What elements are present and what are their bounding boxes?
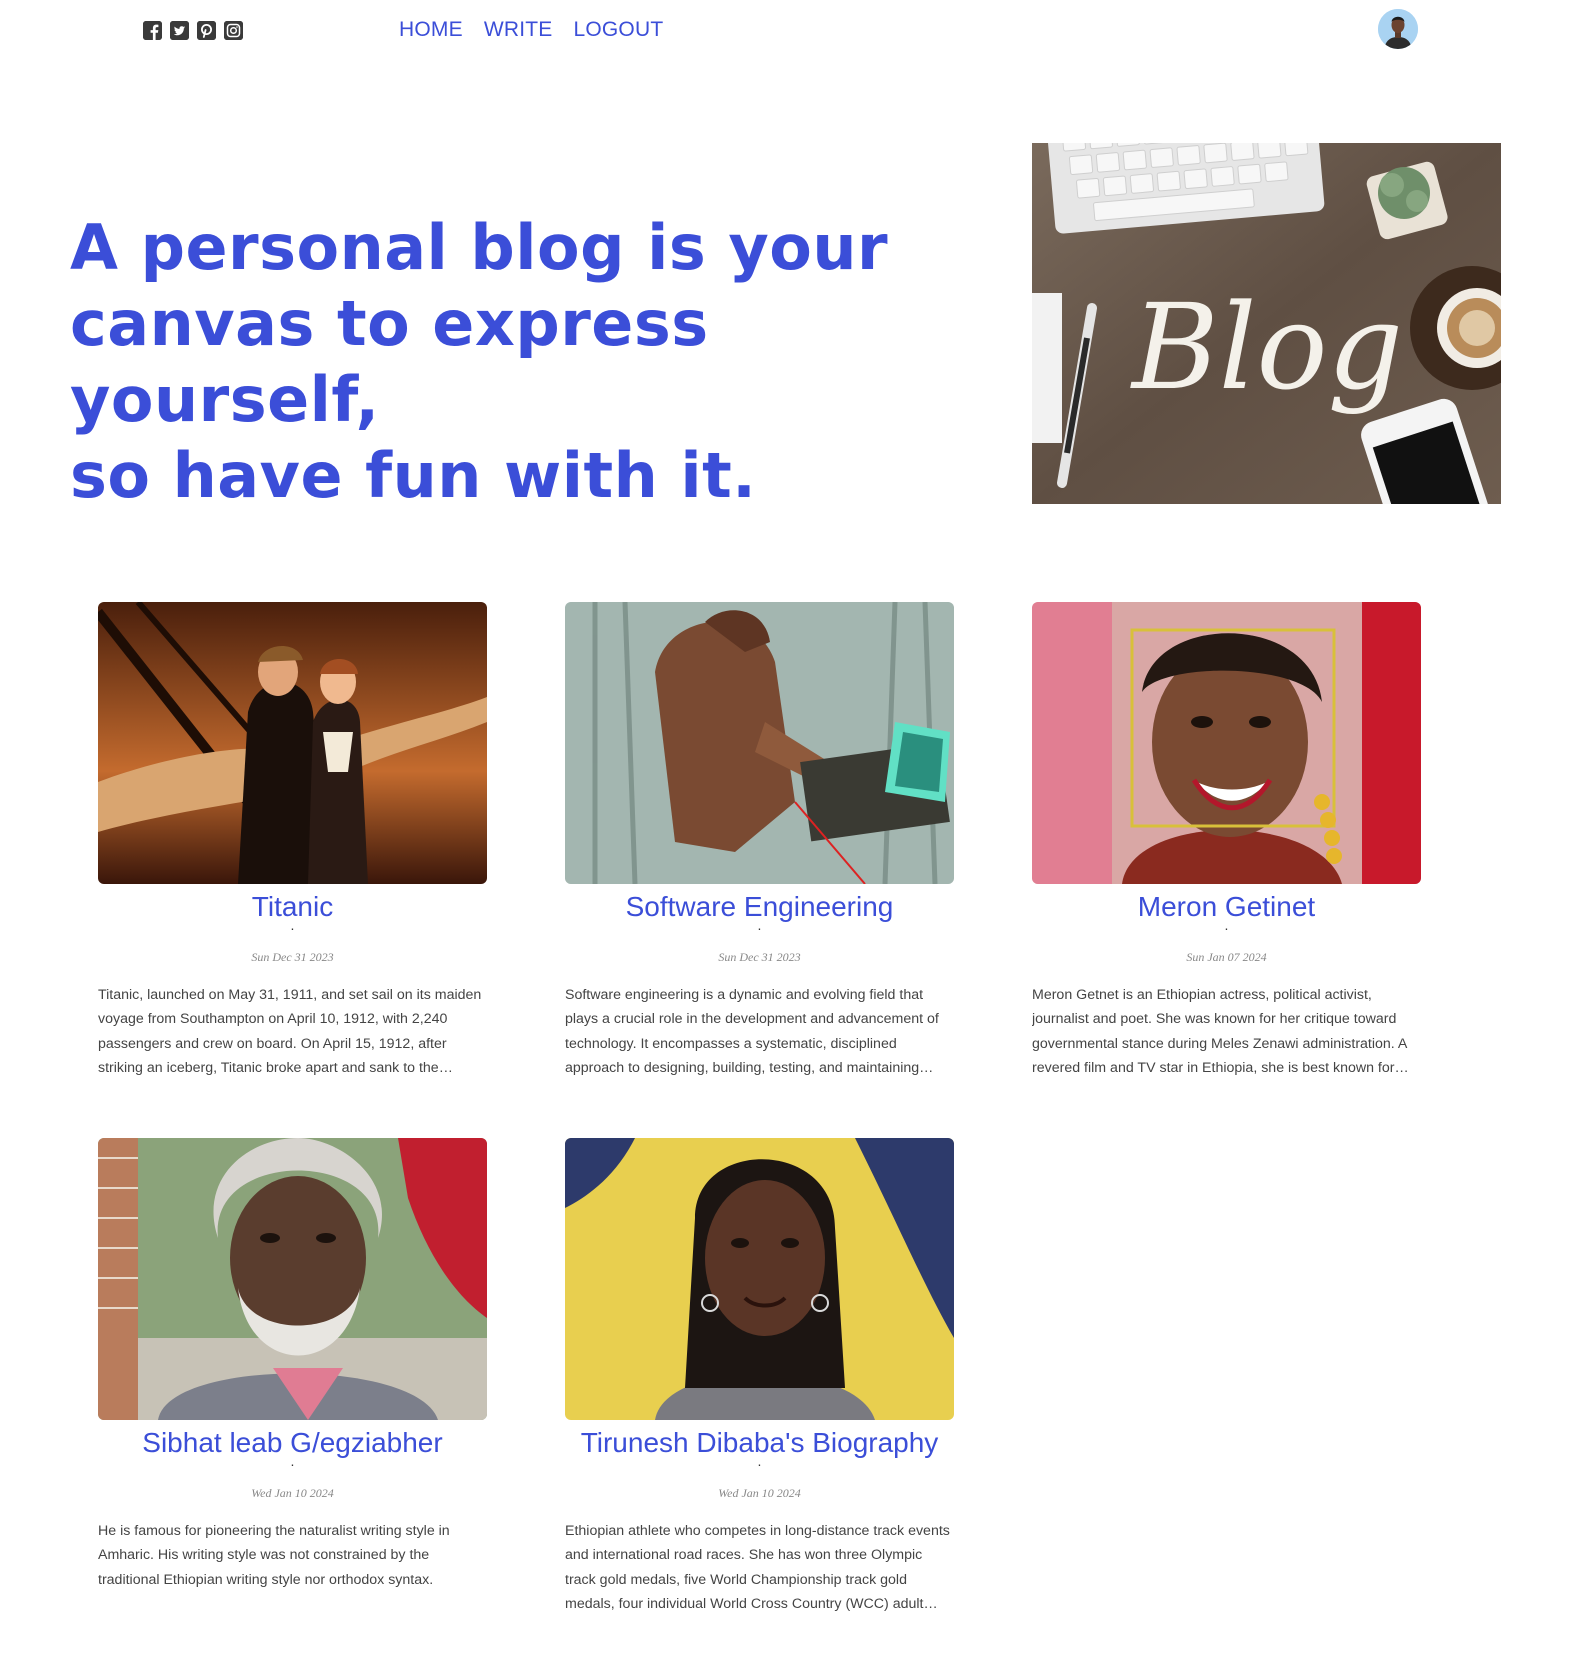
post-separator: · [757,920,762,936]
post-excerpt: Software engineering is a dynamic and ev… [565,987,939,1077]
post-thumbnail[interactable] [1032,602,1421,884]
post-date: Sun Dec 31 2023 [251,950,334,964]
post-excerpt: He is famous for pioneering the naturali… [98,1523,450,1588]
post-card: Sibhat leab G/egziabher · Wed Jan 10 202… [98,1138,487,1617]
post-title[interactable]: Sibhat leab G/egziabher [98,1426,487,1460]
main-nav: HOME WRITE LOGOUT [399,18,663,42]
post-separator: · [757,1456,762,1472]
facebook-icon[interactable] [143,21,162,40]
post-excerpt: Meron Getnet is an Ethiopian actress, po… [1032,987,1409,1077]
post-title[interactable]: Software Engineering [565,890,954,924]
profile-avatar[interactable] [1378,9,1418,49]
nav-logout-link[interactable]: LOGOUT [573,18,663,42]
post-card: Tirunesh Dibaba's Biography · Wed Jan 10… [565,1138,954,1617]
nav-home-link[interactable]: HOME [399,18,463,42]
post-thumbnail[interactable] [565,602,954,884]
hero-line-2: canvas to express yourself, [70,287,709,436]
post-date: Wed Jan 10 2024 [718,1486,801,1500]
post-card: Titanic · Sun Dec 31 2023 Titanic, launc… [98,602,487,1081]
post-thumbnail[interactable] [565,1138,954,1420]
post-title[interactable]: Meron Getinet [1032,890,1421,924]
post-title[interactable]: Titanic [98,890,487,924]
hero-image-text: Blog [1130,278,1403,416]
post-card: Meron Getinet · Sun Jan 07 2024 Meron Ge… [1032,602,1421,1081]
post-excerpt: Ethiopian athlete who competes in long-d… [565,1523,950,1613]
hero-line-1: A personal blog is your [70,211,889,284]
pinterest-icon[interactable] [197,21,216,40]
top-bar: HOME WRITE LOGOUT [0,0,1583,60]
twitter-icon[interactable] [170,21,189,40]
post-date: Sun Dec 31 2023 [718,950,801,964]
hero-image: Blog [1032,143,1501,504]
post-separator: · [1224,920,1229,936]
post-title[interactable]: Tirunesh Dibaba's Biography [565,1426,954,1460]
post-separator: · [290,920,295,936]
post-date: Wed Jan 10 2024 [251,1486,334,1500]
post-thumbnail[interactable] [98,1138,487,1420]
hero-heading: A personal blog is your canvas to expres… [70,210,970,514]
hero-line-3: so have fun with it. [70,439,757,512]
post-separator: · [290,1456,295,1472]
social-links [143,21,243,40]
post-date: Sun Jan 07 2024 [1186,950,1267,964]
post-card: Software Engineering · Sun Dec 31 2023 S… [565,602,954,1081]
instagram-icon[interactable] [224,21,243,40]
post-excerpt: Titanic, launched on May 31, 1911, and s… [98,987,482,1077]
post-thumbnail[interactable] [98,602,487,884]
nav-write-link[interactable]: WRITE [484,18,553,42]
